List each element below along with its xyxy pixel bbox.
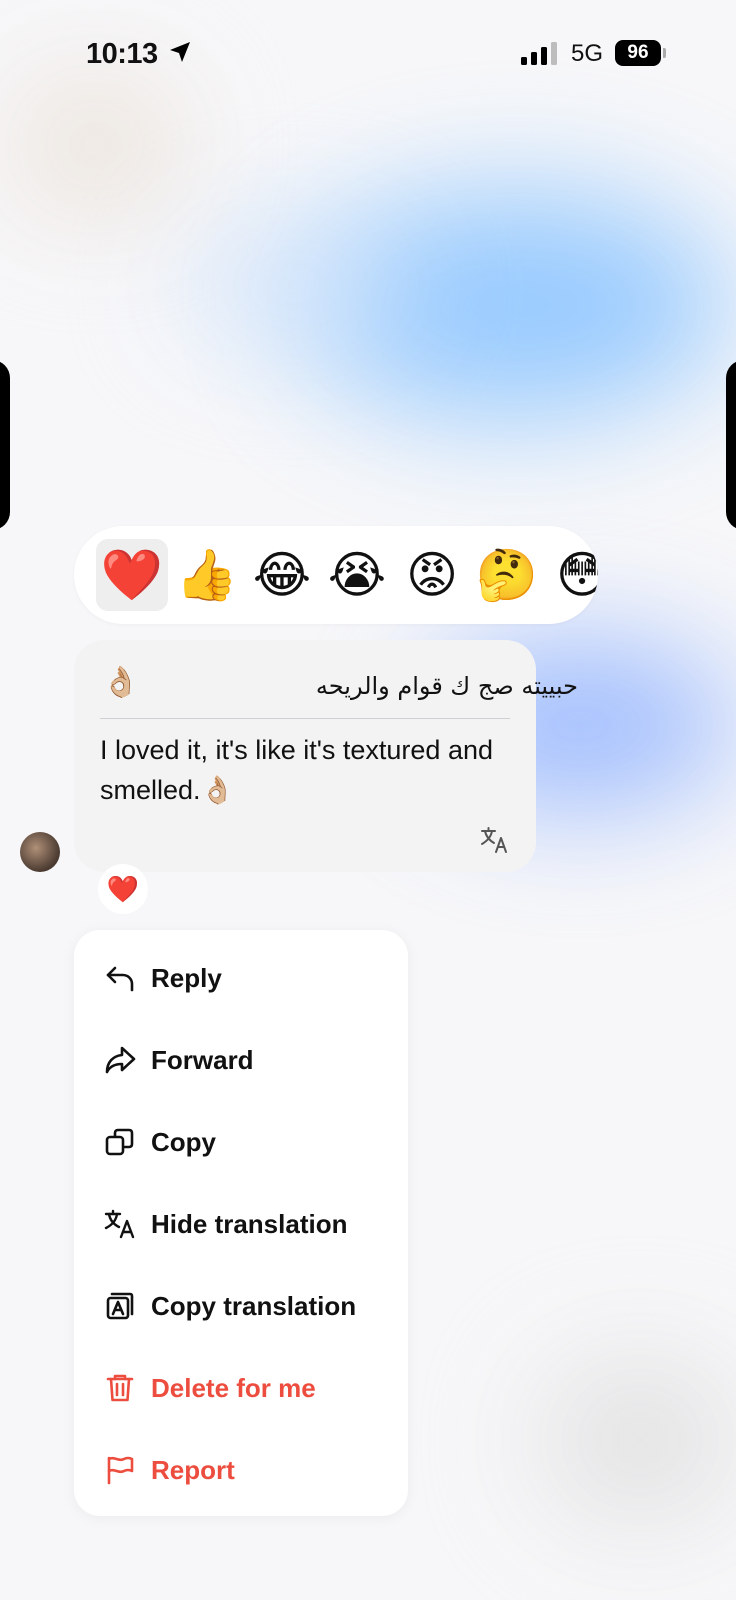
menu-item-forward[interactable]: Forward (74, 1019, 408, 1101)
menu-label-delete-for-me: Delete for me (151, 1372, 316, 1403)
message-reaction-badge[interactable]: ❤️ (98, 864, 148, 914)
copy-translation-icon (106, 1292, 134, 1320)
forward-icon (105, 1046, 136, 1074)
translated-message-text: I loved it, it's like it's textured and … (100, 735, 493, 805)
menu-item-copy[interactable]: Copy (74, 1101, 408, 1183)
menu-item-hide-translation[interactable]: Hide translation (74, 1183, 408, 1265)
menu-label-copy-translation: Copy translation (151, 1290, 357, 1321)
avatar[interactable] (20, 832, 60, 872)
translation-divider (100, 718, 510, 719)
screen-edge-left (0, 360, 10, 530)
original-message-text: حبييته صج ك قوام والريحه (315, 672, 578, 700)
menu-label-report: Report (151, 1454, 235, 1485)
status-bar: 10:13 5G 96 (0, 0, 736, 110)
ok-hand-emoji: 👌🏼 (102, 666, 140, 699)
menu-item-report[interactable]: Report (74, 1429, 408, 1511)
translate-icon (104, 1209, 135, 1239)
menu-label-hide-translation: Hide translation (151, 1208, 348, 1239)
screen-edge-right (726, 360, 736, 530)
copy-icon (105, 1128, 134, 1156)
menu-label-copy: Copy (151, 1126, 216, 1157)
battery-tip (663, 48, 666, 58)
flag-icon (107, 1456, 134, 1485)
reaction-loudly-crying[interactable]: 😭 (321, 539, 393, 611)
reaction-tears-of-joy[interactable]: 😂 (246, 539, 318, 611)
reaction-bar: ❤️ 👍 😂 😭 😡 🤔 😳 (74, 526, 598, 624)
menu-label-forward: Forward (151, 1044, 254, 1075)
network-type: 5G (571, 40, 604, 67)
reaction-thinking-face[interactable]: 🤔 (471, 539, 543, 611)
translate-icon[interactable] (480, 826, 510, 854)
reaction-flushed-face[interactable]: 😳 (546, 539, 598, 611)
battery-level: 96 (615, 40, 661, 66)
reply-icon (106, 966, 134, 992)
status-time: 10:13 (86, 38, 158, 70)
menu-item-delete-for-me[interactable]: Delete for me (74, 1347, 408, 1429)
blur-blob (540, 1360, 736, 1520)
signal-bars-icon (521, 42, 557, 65)
reaction-red-heart[interactable]: ❤️ (96, 539, 168, 611)
menu-item-copy-translation[interactable]: Copy translation (74, 1265, 408, 1347)
menu-label-reply: Reply (151, 962, 222, 993)
trash-icon (106, 1374, 134, 1402)
reaction-thumbs-up[interactable]: 👍 (171, 539, 243, 611)
battery-icon: 96 (615, 40, 667, 66)
menu-item-reply[interactable]: Reply (74, 937, 408, 1019)
context-menu: Reply Forward Copy Hide translation Copy… (74, 930, 408, 1516)
location-arrow-icon (170, 42, 190, 62)
reaction-angry-face[interactable]: 😡 (396, 539, 468, 611)
blur-blob (180, 230, 410, 340)
